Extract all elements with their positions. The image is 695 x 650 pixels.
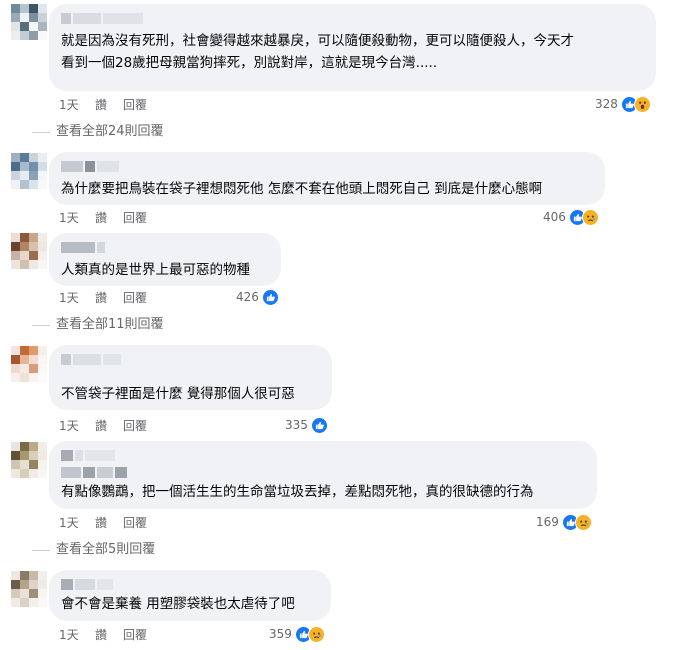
reaction-summary[interactable]: 406 — [543, 208, 599, 226]
comment-time[interactable]: 1天 — [59, 514, 95, 531]
avatar[interactable] — [11, 4, 47, 40]
reply-thread-line — [32, 550, 50, 551]
reaction-count: 169 — [536, 515, 559, 529]
comment-time[interactable]: 1天 — [59, 417, 95, 434]
like-link[interactable]: 讚 — [95, 289, 123, 306]
comment-actions: 1天 讚 回覆 — [59, 417, 147, 433]
reply-link[interactable]: 回覆 — [123, 514, 147, 531]
comment-bubble: 人類真的是世界上最可惡的物種 — [49, 233, 281, 286]
author-name-redacted[interactable] — [61, 11, 644, 26]
reply-thread-line — [32, 132, 50, 133]
reply-link[interactable]: 回覆 — [123, 417, 147, 434]
reaction-count: 406 — [543, 210, 566, 224]
view-replies-link[interactable]: 查看全部11則回覆 — [56, 316, 164, 334]
reply-thread-line — [32, 325, 50, 326]
sad-reaction-icon — [574, 513, 592, 531]
comment-text: 有點像鸚鵡，把一個活生生的生命當垃圾丟掉，差點悶死牠，真的很缺德的行為 — [61, 484, 534, 500]
comment-time[interactable]: 1天 — [59, 209, 95, 226]
comment-time[interactable]: 1天 — [59, 289, 95, 306]
sad-reaction-icon — [581, 208, 599, 226]
author-name-redacted[interactable] — [61, 240, 269, 255]
comment-time[interactable]: 1天 — [59, 626, 95, 643]
sad-reaction-icon — [307, 625, 325, 643]
comment-text: 人類真的是世界上最可惡的物種 — [61, 262, 250, 278]
avatar[interactable] — [11, 346, 47, 382]
like-reaction-icon — [261, 288, 279, 306]
comment-bubble: 會不會是棄養 用塑膠袋裝也太虐待了吧 — [49, 570, 331, 621]
comment-text: 不管袋子裡面是什麼 覺得那個人很可惡 — [61, 386, 295, 402]
comment-actions: 1天 讚 回覆 — [59, 289, 147, 305]
comment-actions: 1天 讚 回覆 — [59, 96, 147, 112]
reaction-summary[interactable]: 426 — [236, 288, 279, 306]
avatar[interactable] — [11, 571, 47, 607]
reaction-count: 426 — [236, 290, 259, 304]
like-link[interactable]: 讚 — [95, 514, 123, 531]
reaction-count: 359 — [269, 627, 292, 641]
author-subtitle-redacted — [61, 465, 585, 480]
view-replies-link[interactable]: 查看全部24則回覆 — [56, 123, 164, 141]
like-link[interactable]: 讚 — [95, 209, 123, 226]
reply-link[interactable]: 回覆 — [123, 289, 147, 306]
comment-text: 會不會是棄養 用塑膠袋裝也太虐待了吧 — [61, 596, 295, 612]
comment-bubble: 有點像鸚鵡，把一個活生生的生命當垃圾丟掉，差點悶死牠，真的很缺德的行為 — [49, 441, 597, 509]
author-name-redacted[interactable] — [61, 448, 585, 463]
comment-actions: 1天 讚 回覆 — [59, 514, 147, 530]
reply-link[interactable]: 回覆 — [123, 209, 147, 226]
avatar[interactable] — [11, 233, 47, 269]
author-name-redacted[interactable] — [61, 577, 319, 592]
like-link[interactable]: 讚 — [95, 96, 123, 113]
wow-reaction-icon — [633, 95, 651, 113]
reply-link[interactable]: 回覆 — [123, 626, 147, 643]
like-link[interactable]: 讚 — [95, 626, 123, 643]
reaction-count: 328 — [595, 97, 618, 111]
comment-time[interactable]: 1天 — [59, 96, 95, 113]
reaction-summary[interactable]: 359 — [269, 625, 325, 643]
author-name-redacted[interactable] — [61, 159, 593, 174]
avatar[interactable] — [11, 442, 47, 478]
comment-bubble: 為什麼要把鳥裝在袋子裡想悶死他 怎麼不套在他頭上悶死自己 到底是什麼心態啊 — [49, 152, 605, 205]
comment-text: 為什麼要把鳥裝在袋子裡想悶死他 怎麼不套在他頭上悶死自己 到底是什麼心態啊 — [61, 181, 543, 197]
reply-link[interactable]: 回覆 — [123, 96, 147, 113]
like-reaction-icon — [310, 416, 328, 434]
avatar[interactable] — [11, 153, 47, 189]
author-name-redacted[interactable] — [61, 352, 320, 367]
comment-actions: 1天 讚 回覆 — [59, 626, 147, 642]
like-link[interactable]: 讚 — [95, 417, 123, 434]
reaction-summary[interactable]: 169 — [536, 513, 592, 531]
reaction-count: 335 — [285, 418, 308, 432]
view-replies-link[interactable]: 查看全部5則回覆 — [56, 541, 155, 559]
comment-bubble: 不管袋子裡面是什麼 覺得那個人很可惡 — [49, 345, 332, 410]
reaction-summary[interactable]: 335 — [285, 416, 328, 434]
comment-actions: 1天 讚 回覆 — [59, 209, 147, 225]
comment-text: 就是因為沒有死刑，社會變得越來越暴戾，可以隨便殺動物，更可以隨便殺人，今天才 看… — [61, 33, 574, 71]
comment-bubble: 就是因為沒有死刑，社會變得越來越暴戾，可以隨便殺動物，更可以隨便殺人，今天才 看… — [49, 4, 656, 91]
reaction-summary[interactable]: 328 — [595, 95, 651, 113]
